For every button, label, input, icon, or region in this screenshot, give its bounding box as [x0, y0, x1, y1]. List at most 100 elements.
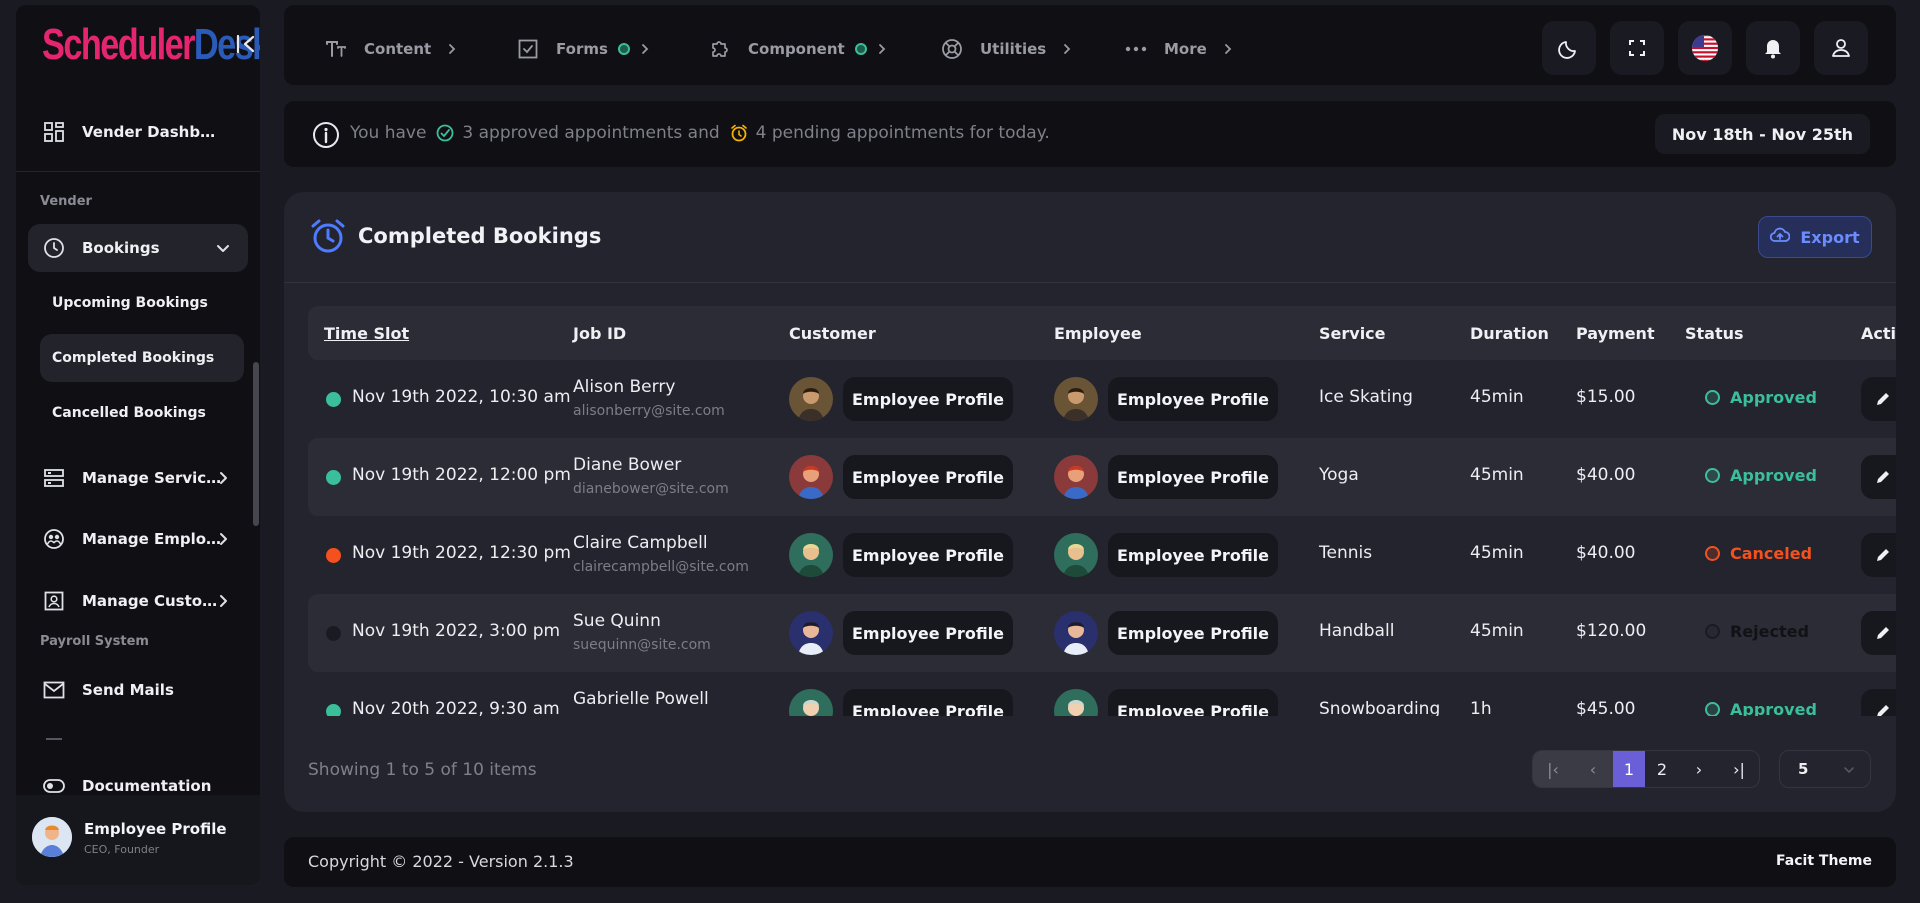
sidebar-scrollbar[interactable]: [253, 362, 259, 526]
time-status-dot: [326, 548, 341, 563]
job-customer-name: Sue Quinn: [573, 611, 661, 631]
service-cell: Yoga: [1319, 465, 1359, 485]
sidebar-item-dashboard[interactable]: Vender Dashboard: [28, 110, 248, 154]
per-page-select[interactable]: 5: [1779, 750, 1871, 788]
theme-link[interactable]: Facit Theme: [1776, 853, 1872, 869]
fullscreen-icon: [1628, 39, 1646, 57]
sidebar-divider: [16, 171, 260, 172]
sidebar-item-manage-services[interactable]: Manage Services: [28, 456, 248, 500]
customer-avatar: [789, 533, 833, 577]
chevron-right-icon: [214, 530, 232, 548]
status-ring-icon: [1705, 468, 1720, 483]
status-dot: [854, 43, 867, 55]
nav-utilities[interactable]: Utilities: [940, 29, 1074, 69]
edit-button[interactable]: [1861, 689, 1896, 716]
customer-profile-button[interactable]: Employee Profile: [843, 533, 1013, 577]
bookings-table: Time Slot Job ID Customer Employee Servi…: [308, 306, 1896, 716]
table-row: Nov 19th 2022, 3:00 pm Sue Quinn suequinn@…: [308, 594, 1896, 672]
completed-bookings-card: Completed Bookings Export Time Slot Job …: [284, 192, 1896, 812]
nav-component[interactable]: Component: [708, 29, 889, 69]
fullscreen-button[interactable]: [1610, 21, 1664, 75]
edit-button[interactable]: [1861, 455, 1896, 499]
page-2-button[interactable]: 2: [1645, 751, 1679, 787]
prev-page-button[interactable]: ‹: [1573, 751, 1613, 787]
status-ring-icon: [1705, 702, 1720, 716]
checkbox-icon: [516, 37, 540, 61]
duration-cell: 1h: [1470, 699, 1492, 716]
nav-forms[interactable]: Forms: [516, 29, 652, 69]
sidebar-item-send-mails[interactable]: Send Mails: [28, 668, 248, 712]
customer-profile-button[interactable]: Employee Profile: [843, 455, 1013, 499]
employees-icon: [42, 527, 66, 551]
pencil-icon: [1875, 703, 1891, 716]
status-ring-icon: [1705, 390, 1720, 405]
sidebar-item-manage-customers[interactable]: Manage Customers: [28, 579, 248, 623]
profile-button[interactable]: [1814, 21, 1868, 75]
status-ring-icon: [1705, 546, 1720, 561]
sidebar-sub-cancelled[interactable]: Cancelled Bookings: [40, 389, 244, 437]
status-badge: Canceled: [1705, 544, 1812, 563]
dark-mode-button[interactable]: [1542, 21, 1596, 75]
user-name: Employee Profile: [84, 820, 227, 838]
nav-more[interactable]: More: [1124, 29, 1235, 69]
collapse-sidebar-icon[interactable]: [234, 31, 260, 57]
check-circle-icon: [436, 124, 454, 142]
employee-profile-button[interactable]: Employee Profile: [1108, 455, 1278, 499]
sidebar-item-bookings[interactable]: Bookings: [28, 224, 248, 272]
sidebar-sub-completed[interactable]: Completed Bookings: [40, 334, 244, 382]
sidebar-sub-upcoming[interactable]: Upcoming Bookings: [40, 279, 244, 327]
time-slot-cell: Nov 20th 2022, 9:30 am: [352, 699, 560, 716]
chevron-down-icon: [1842, 763, 1856, 777]
status-badge: Rejected: [1705, 622, 1809, 641]
employee-profile-button[interactable]: Employee Profile: [1108, 611, 1278, 655]
edit-button[interactable]: [1861, 611, 1896, 655]
job-customer-email: clairecampbell@site.com: [573, 559, 749, 575]
date-range-button[interactable]: Nov 18th - Nov 25th: [1654, 114, 1870, 154]
moon-icon: [1558, 37, 1580, 59]
duration-cell: 45min: [1470, 465, 1524, 485]
service-cell: Handball: [1319, 621, 1395, 641]
export-button[interactable]: Export: [1758, 216, 1872, 258]
next-page-button[interactable]: ›: [1679, 751, 1719, 787]
th-duration: Duration: [1470, 324, 1549, 343]
employee-profile-button[interactable]: Employee Profile: [1108, 533, 1278, 577]
sidebar: SchedulerDesk Vender Dashboard Vender Bo…: [16, 5, 260, 885]
status-badge: Approved: [1705, 700, 1817, 716]
employee-avatar: [1054, 611, 1098, 655]
customer-profile-button[interactable]: Employee Profile: [843, 377, 1013, 421]
pagination: |‹ ‹ 1 2 › ›|: [1532, 750, 1760, 788]
alert-approved: 3 approved appointments and: [462, 123, 720, 143]
sidebar-item-manage-employees[interactable]: Manage Employees: [28, 517, 248, 561]
first-page-button[interactable]: |‹: [1533, 751, 1573, 787]
sidebar-item-label: Manage Employees: [82, 530, 222, 548]
brand-logo[interactable]: SchedulerDesk: [26, 21, 260, 75]
user-role: CEO, Founder: [84, 843, 160, 856]
notifications-button[interactable]: [1746, 21, 1800, 75]
sidebar-user[interactable]: Employee Profile CEO, Founder: [16, 795, 260, 885]
service-cell: Tennis: [1319, 543, 1373, 563]
service-cell: Snowboarding: [1319, 699, 1441, 716]
table-row: Nov 20th 2022, 9:30 am Gabrielle Powell ga…: [308, 672, 1896, 716]
edit-button[interactable]: [1861, 377, 1896, 421]
th-customer: Customer: [789, 324, 876, 343]
status-badge: Approved: [1705, 466, 1817, 485]
payment-cell: $40.00: [1576, 543, 1636, 563]
duration-cell: 45min: [1470, 543, 1524, 563]
employee-profile-button[interactable]: Employee Profile: [1108, 689, 1278, 716]
page-1-button[interactable]: 1: [1613, 751, 1645, 787]
customer-profile-button[interactable]: Employee Profile: [843, 689, 1013, 716]
last-page-button[interactable]: ›|: [1719, 751, 1759, 787]
employee-profile-button[interactable]: Employee Profile: [1108, 377, 1278, 421]
job-customer-email: dianebower@site.com: [573, 481, 729, 497]
page-title: Completed Bookings: [358, 224, 602, 248]
employee-avatar: [1054, 455, 1098, 499]
nav-label: More: [1164, 40, 1207, 58]
customer-profile-button[interactable]: Employee Profile: [843, 611, 1013, 655]
edit-button[interactable]: [1861, 533, 1896, 577]
th-time-slot[interactable]: Time Slot: [324, 324, 409, 343]
alert-pending: 4 pending appointments for today.: [755, 123, 1050, 143]
sidebar-item-label: Documentation: [82, 777, 212, 795]
nav-content[interactable]: Content: [324, 29, 459, 69]
time-slot-cell: Nov 19th 2022, 12:00 pm: [352, 465, 571, 485]
language-button[interactable]: [1678, 21, 1732, 75]
